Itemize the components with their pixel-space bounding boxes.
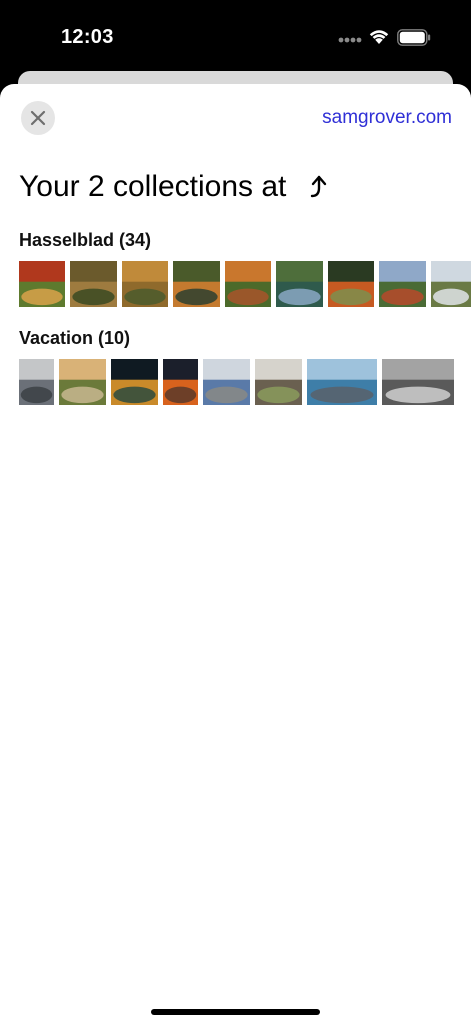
- thumbnail-row: [19, 261, 471, 307]
- photo-thumbnail[interactable]: [328, 261, 374, 307]
- photo-thumbnail[interactable]: [382, 359, 454, 405]
- thumbnail-row: [19, 359, 454, 405]
- cellular-dots-icon: [338, 37, 362, 43]
- photo-thumbnail[interactable]: [307, 359, 377, 405]
- wifi-icon: [369, 30, 389, 44]
- home-indicator[interactable]: [151, 1009, 320, 1015]
- close-button[interactable]: [21, 101, 55, 135]
- photo-thumbnail[interactable]: [379, 261, 426, 307]
- photo-thumbnail[interactable]: [59, 359, 106, 405]
- photo-thumbnail[interactable]: [173, 261, 220, 307]
- status-bar: 12:03: [0, 0, 471, 70]
- photo-thumbnail[interactable]: [255, 359, 302, 405]
- turn-up-arrow-icon[interactable]: [308, 174, 330, 200]
- photo-thumbnail[interactable]: [225, 261, 271, 307]
- collection-vacation: Vacation (10): [19, 328, 454, 405]
- photo-thumbnail[interactable]: [431, 261, 471, 307]
- photo-thumbnail[interactable]: [19, 359, 54, 405]
- page-title: Your 2 collections at: [19, 170, 330, 204]
- modal-sheet: samgrover.com Your 2 collections at Hass…: [0, 84, 471, 1024]
- photo-thumbnail[interactable]: [276, 261, 323, 307]
- collection-title[interactable]: Hasselblad (34): [19, 230, 471, 251]
- status-time: 12:03: [61, 26, 114, 48]
- photo-thumbnail[interactable]: [111, 359, 158, 405]
- photo-thumbnail[interactable]: [163, 359, 198, 405]
- photo-thumbnail[interactable]: [19, 261, 65, 307]
- photo-thumbnail[interactable]: [203, 359, 250, 405]
- site-link[interactable]: samgrover.com: [322, 107, 452, 129]
- close-icon: [30, 110, 46, 126]
- collection-hasselblad: Hasselblad (34): [19, 230, 471, 307]
- photo-thumbnail[interactable]: [122, 261, 168, 307]
- battery-icon: [397, 29, 431, 46]
- collection-title[interactable]: Vacation (10): [19, 328, 454, 349]
- screen: 12:03 samgrover.com Your 2 collections a…: [0, 0, 471, 1024]
- page-title-text: Your 2 collections at: [19, 170, 287, 203]
- photo-thumbnail[interactable]: [70, 261, 117, 307]
